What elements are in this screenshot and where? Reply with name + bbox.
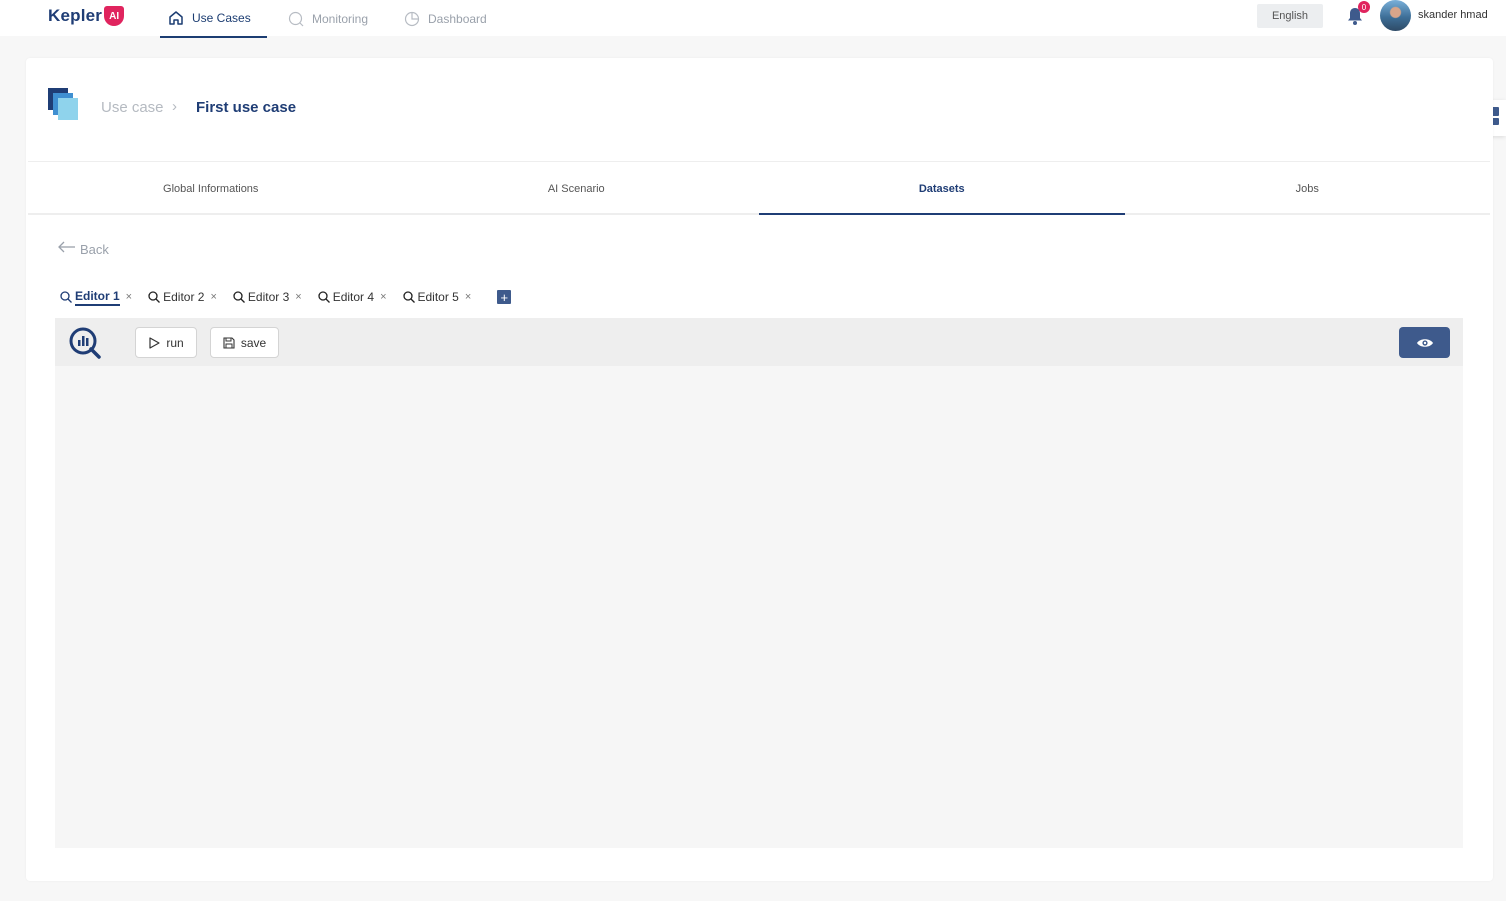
nav-monitoring-label: Monitoring	[312, 12, 369, 26]
query-icon	[148, 291, 161, 303]
eye-icon	[1416, 338, 1433, 347]
query-icon	[60, 291, 72, 303]
editor-toolbar: run save	[55, 318, 1463, 366]
editor-tab-2[interactable]: Editor 2 ×	[148, 287, 217, 307]
tab-ai-scenario[interactable]: AI Scenario	[394, 162, 760, 213]
logo-text: Kepler	[48, 6, 103, 25]
editor-tab-5[interactable]: Editor 5 ×	[402, 287, 471, 307]
breadcrumb-use-case[interactable]: Use case	[101, 99, 164, 116]
pie-chart-icon	[404, 11, 420, 27]
preview-button[interactable]	[1399, 327, 1450, 358]
editor-tab-3[interactable]: Editor 3 ×	[233, 287, 302, 307]
language-button[interactable]: English	[1257, 4, 1323, 28]
editor-tab-label: Editor 1	[75, 289, 120, 306]
close-icon[interactable]: ×	[210, 291, 216, 303]
close-icon[interactable]: ×	[380, 291, 386, 303]
tab-datasets[interactable]: Datasets	[759, 162, 1125, 215]
run-label: run	[166, 335, 184, 350]
back-link[interactable]: Back	[58, 240, 109, 258]
nav-use-cases[interactable]: Use Cases	[160, 0, 267, 38]
query-icon	[402, 291, 415, 303]
home-icon	[168, 10, 184, 26]
close-icon[interactable]: ×	[465, 291, 471, 303]
logo-badge: AI	[104, 6, 125, 26]
editor-tabs: Editor 1 × Editor 2 × Editor 3 × Editor …	[60, 286, 512, 308]
editor-tab-label: Editor 3	[247, 290, 290, 304]
top-bar: Kepler AI Use Cases Monitoring Dashboard…	[0, 0, 1506, 38]
folder-icon	[48, 88, 78, 120]
run-button[interactable]: run	[135, 327, 197, 358]
close-icon[interactable]: ×	[295, 291, 301, 303]
kepler-logo[interactable]: Kepler AI	[48, 4, 125, 28]
floppy-disk-icon	[223, 336, 235, 349]
user-name[interactable]: skander hmad	[1418, 9, 1488, 21]
editor-tab-label: Editor 2	[163, 290, 205, 304]
search-icon	[288, 11, 304, 27]
breadcrumb-separator: ›	[172, 98, 177, 115]
nav-monitoring[interactable]: Monitoring	[288, 0, 368, 38]
editor-tab-4[interactable]: Editor 4 ×	[318, 287, 387, 307]
back-label: Back	[80, 241, 109, 257]
editor-tab-1[interactable]: Editor 1 ×	[60, 287, 132, 307]
breadcrumb-current: First use case	[196, 99, 297, 116]
play-icon	[149, 336, 160, 349]
add-editor-button[interactable]: +	[497, 290, 512, 305]
notification-badge: 0	[1358, 1, 1370, 13]
save-button[interactable]: save	[210, 327, 279, 358]
nav-dashboard[interactable]: Dashboard	[404, 0, 487, 38]
query-editor[interactable]: run save	[55, 318, 1463, 848]
query-icon	[318, 291, 330, 303]
avatar[interactable]	[1380, 0, 1411, 31]
nav-use-cases-label: Use Cases	[192, 11, 251, 25]
tab-jobs[interactable]: Jobs	[1125, 162, 1491, 213]
query-icon	[233, 291, 245, 303]
arrow-left-icon	[58, 240, 76, 258]
main-card: Use case › First use case Global Informa…	[26, 58, 1493, 881]
query-analytics-icon	[68, 326, 102, 360]
nav-dashboard-label: Dashboard	[428, 12, 487, 26]
close-icon[interactable]: ×	[126, 291, 132, 303]
save-label: save	[240, 335, 267, 350]
section-tabs: Global Informations AI Scenario Datasets…	[28, 161, 1490, 215]
editor-tab-label: Editor 4	[332, 290, 375, 304]
editor-tab-label: Editor 5	[417, 290, 459, 304]
tab-global-informations[interactable]: Global Informations	[28, 162, 394, 213]
